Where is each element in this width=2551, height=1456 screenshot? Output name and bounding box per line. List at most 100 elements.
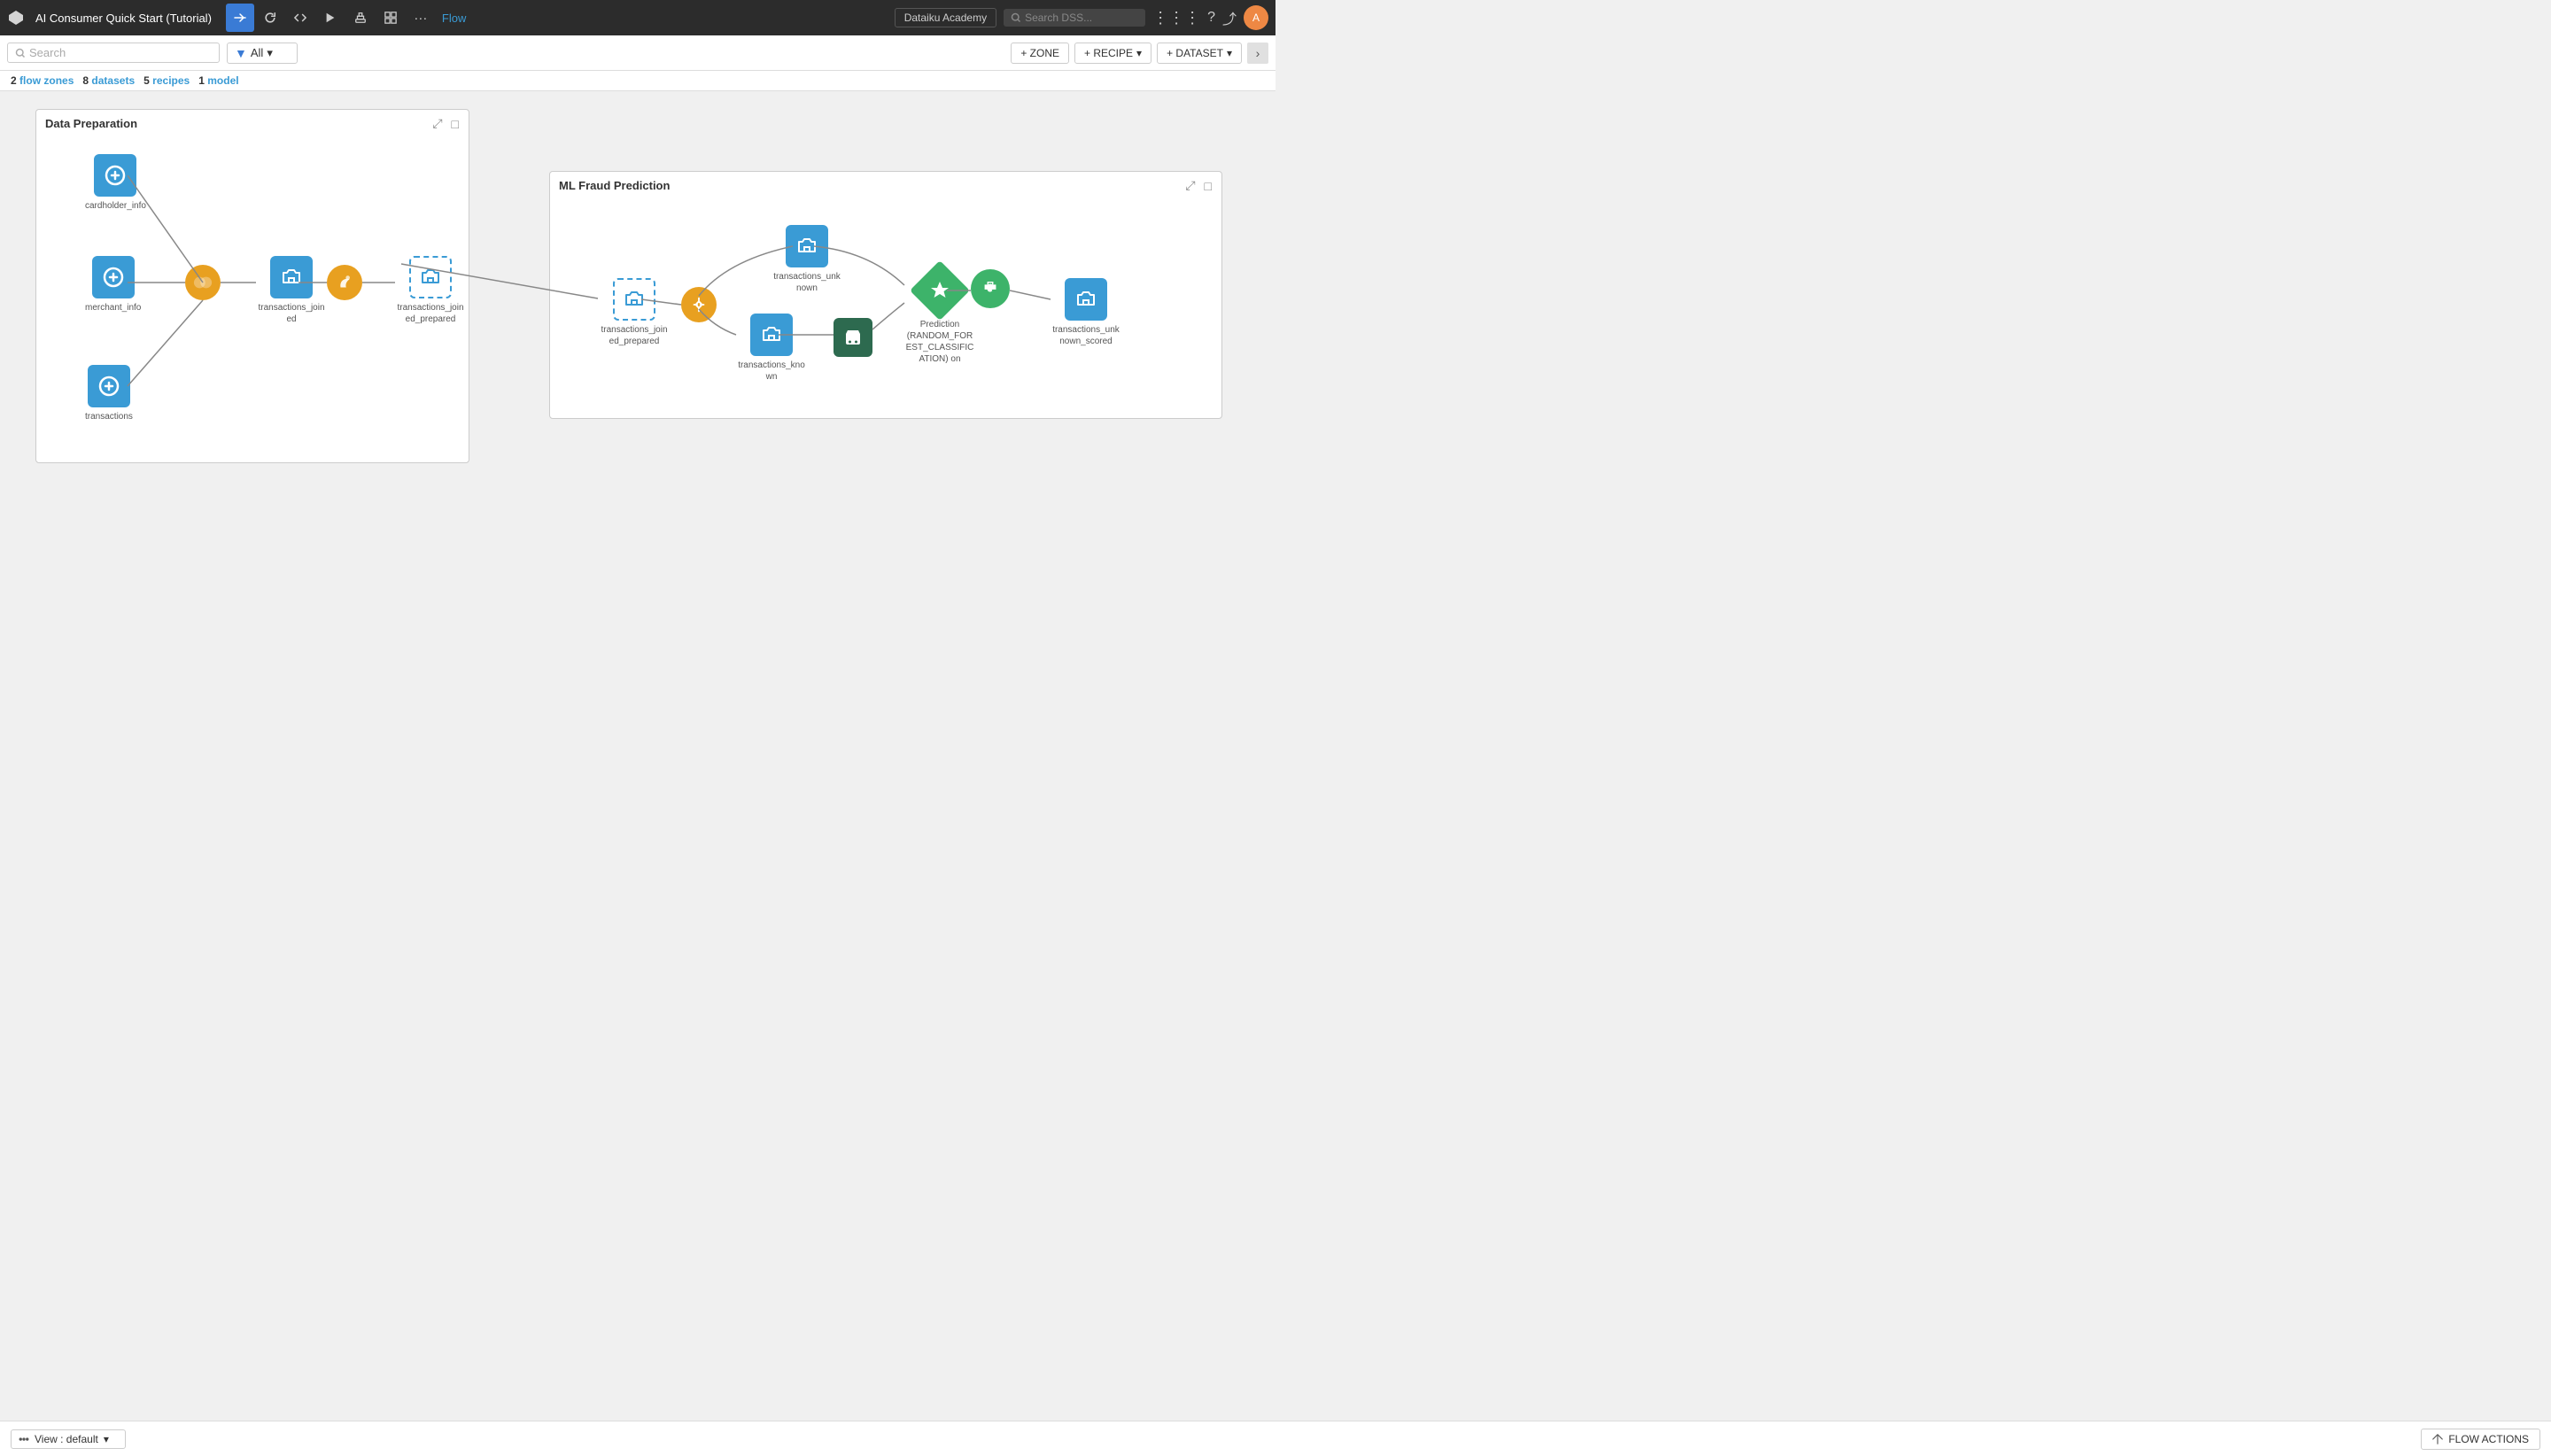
top-nav: AI Consumer Quick Start (Tutorial) ··· F… bbox=[0, 0, 1276, 35]
node-merchant-info[interactable]: merchant_info bbox=[85, 256, 141, 314]
search-input[interactable] bbox=[29, 46, 206, 59]
prepare-recipe-icon bbox=[327, 265, 362, 300]
zone-expand-btn[interactable]: ⤢ bbox=[430, 115, 445, 132]
transactions-unknown-label: transactions_unknown bbox=[772, 271, 842, 294]
help-icon[interactable]: ? bbox=[1207, 10, 1215, 26]
add-zone-button[interactable]: + ZONE bbox=[1011, 43, 1069, 64]
collapse-panel-button[interactable]: › bbox=[1247, 43, 1268, 64]
zone-data-preparation: Data Preparation ⤢ □ cardholder_info mer… bbox=[35, 109, 469, 463]
node-join-recipe[interactable] bbox=[185, 265, 221, 300]
nav-search-box bbox=[1004, 9, 1145, 27]
filter-chevron: ▾ bbox=[267, 46, 273, 60]
zone-title-ml-fraud: ML Fraud Prediction bbox=[557, 179, 1214, 192]
predict-recipe-icon bbox=[910, 260, 970, 321]
zone-controls-data-prep: ⤢ □ bbox=[430, 115, 461, 132]
transactions-joined-label: transactions_joined bbox=[256, 302, 327, 325]
view-label: View : default bbox=[35, 1433, 98, 1445]
user-avatar[interactable]: A bbox=[1244, 5, 1268, 30]
app-logo bbox=[7, 9, 25, 27]
datasets-count: 8 bbox=[82, 74, 89, 87]
view-chevron: ▾ bbox=[104, 1433, 109, 1445]
flow-canvas: Data Preparation ⤢ □ cardholder_info mer… bbox=[0, 91, 1276, 688]
nav-code-btn[interactable] bbox=[286, 4, 314, 32]
node-transactions-joined[interactable]: transactions_joined bbox=[256, 256, 327, 325]
merchant-info-icon bbox=[92, 256, 135, 298]
recipes-link[interactable]: recipes bbox=[152, 74, 190, 87]
ml-zone-maximize-btn[interactable]: □ bbox=[1202, 177, 1214, 194]
merchant-info-label: merchant_info bbox=[85, 302, 141, 314]
transactions-joined-prepared-label: transactions_joined_prepared bbox=[395, 302, 466, 325]
transactions-known-icon bbox=[750, 314, 793, 356]
node-train-recipe[interactable] bbox=[834, 318, 872, 357]
add-dataset-button[interactable]: + DATASET ▾ bbox=[1157, 43, 1242, 64]
stats-bar: 2 flow zones 8 datasets 5 recipes 1 mode… bbox=[0, 71, 1276, 91]
zones-count: 2 bbox=[11, 74, 17, 87]
dataset-chevron: ▾ bbox=[1227, 47, 1232, 59]
node-split-recipe[interactable] bbox=[681, 287, 717, 322]
bottom-bar: View : default ▾ FLOW ACTIONS bbox=[0, 1421, 2551, 1456]
node-cardholder-info[interactable]: cardholder_info bbox=[85, 154, 146, 212]
transactions-unknown-icon bbox=[786, 225, 828, 267]
trend-icon[interactable]: ⤴ bbox=[1222, 7, 1237, 28]
nav-dashboard-btn[interactable] bbox=[376, 4, 405, 32]
search-box bbox=[7, 43, 220, 63]
nav-refresh-btn[interactable] bbox=[256, 4, 284, 32]
filter-label: All bbox=[251, 46, 263, 59]
transactions-unknown-scored-label: transactions_unknown_scored bbox=[1051, 324, 1121, 347]
transactions-icon bbox=[88, 365, 130, 407]
cardholder-info-icon bbox=[94, 154, 136, 197]
transactions-joined-prepared-icon bbox=[409, 256, 452, 298]
predict-recipe-label: Prediction (RANDOM_FOREST_CLASSIFICATION… bbox=[904, 319, 975, 365]
cardholder-info-label: cardholder_info bbox=[85, 200, 146, 212]
tj-prepared-ref-label: transactions_joined_prepared bbox=[599, 324, 670, 347]
nav-icons: ··· bbox=[226, 4, 435, 32]
nav-tab-label: Flow bbox=[442, 12, 466, 25]
models-link[interactable]: model bbox=[207, 74, 238, 87]
zone-ml-fraud: ML Fraud Prediction ⤢ □ transactions_joi… bbox=[549, 171, 1222, 419]
node-model-trophy[interactable] bbox=[971, 269, 1010, 308]
recipes-count: 5 bbox=[143, 74, 150, 87]
flow-actions-button[interactable]: FLOW ACTIONS bbox=[2421, 1429, 2540, 1450]
node-transactions-unknown-scored[interactable]: transactions_unknown_scored bbox=[1051, 278, 1121, 347]
filter-icon: ▼ bbox=[235, 46, 247, 60]
apps-grid-icon[interactable]: ⋮⋮⋮ bbox=[1152, 9, 1200, 27]
node-tj-prepared-ref[interactable]: transactions_joined_prepared bbox=[599, 278, 670, 347]
filter-dropdown[interactable]: ▼ All ▾ bbox=[227, 43, 298, 64]
nav-deploy-btn[interactable] bbox=[346, 4, 375, 32]
node-prepare-recipe[interactable] bbox=[327, 265, 362, 300]
models-count: 1 bbox=[198, 74, 205, 87]
academy-btn[interactable]: Dataiku Academy bbox=[895, 8, 996, 27]
transactions-known-label: transactions_known bbox=[736, 360, 807, 383]
zone-maximize-btn[interactable]: □ bbox=[449, 115, 461, 132]
join-recipe-icon bbox=[185, 265, 221, 300]
nav-flow-btn[interactable] bbox=[226, 4, 254, 32]
nav-more-btn[interactable]: ··· bbox=[407, 4, 435, 32]
transactions-unknown-scored-icon bbox=[1065, 278, 1107, 321]
nav-right: Dataiku Academy ⋮⋮⋮ ? ⤴ A bbox=[895, 5, 1268, 30]
zones-link[interactable]: flow zones bbox=[19, 74, 74, 87]
zone-controls-ml-fraud: ⤢ □ bbox=[1182, 177, 1214, 194]
project-title: AI Consumer Quick Start (Tutorial) bbox=[35, 12, 212, 25]
model-trophy-icon bbox=[971, 269, 1010, 308]
recipe-chevron: ▾ bbox=[1136, 47, 1142, 59]
node-transactions-unknown[interactable]: transactions_unknown bbox=[772, 225, 842, 294]
ml-zone-expand-btn[interactable]: ⤢ bbox=[1182, 177, 1198, 194]
train-recipe-icon bbox=[834, 318, 872, 357]
tj-prepared-ref-icon bbox=[613, 278, 655, 321]
node-transactions[interactable]: transactions bbox=[85, 365, 133, 422]
add-recipe-button[interactable]: + RECIPE ▾ bbox=[1074, 43, 1151, 64]
node-transactions-joined-prepared[interactable]: transactions_joined_prepared bbox=[395, 256, 466, 325]
toolbar: ▼ All ▾ + ZONE + RECIPE ▾ + DATASET ▾ › bbox=[0, 35, 1276, 71]
node-predict-recipe[interactable]: Prediction (RANDOM_FOREST_CLASSIFICATION… bbox=[904, 269, 975, 365]
nav-run-btn[interactable] bbox=[316, 4, 345, 32]
transactions-label: transactions bbox=[85, 411, 133, 422]
flow-actions-label: FLOW ACTIONS bbox=[2448, 1433, 2529, 1445]
datasets-link[interactable]: datasets bbox=[91, 74, 135, 87]
zone-title-data-prep: Data Preparation bbox=[43, 117, 461, 130]
toolbar-right: + ZONE + RECIPE ▾ + DATASET ▾ › bbox=[1011, 43, 1268, 64]
transactions-joined-icon bbox=[270, 256, 313, 298]
split-recipe-icon bbox=[681, 287, 717, 322]
view-dropdown[interactable]: View : default ▾ bbox=[11, 1429, 126, 1449]
node-transactions-known[interactable]: transactions_known bbox=[736, 314, 807, 383]
nav-search-input[interactable] bbox=[1025, 12, 1131, 24]
